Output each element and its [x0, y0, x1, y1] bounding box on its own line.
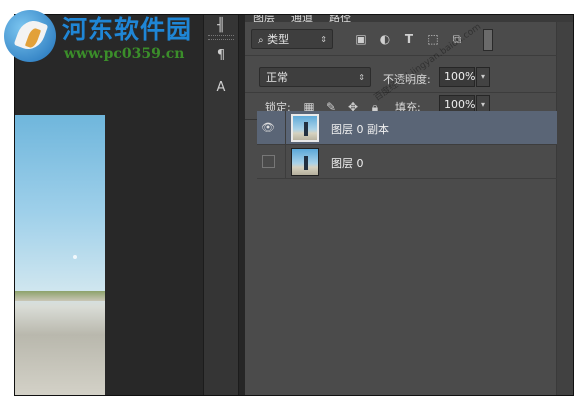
- blend-mode-value: 正常: [266, 71, 288, 84]
- document-image: [15, 115, 105, 395]
- site-watermark: 河东软件园 www.pc0359.cn: [4, 6, 209, 68]
- layer-thumbnail: [291, 114, 319, 142]
- layer-thumbnail: [291, 148, 319, 176]
- blend-mode-select[interactable]: 正常 ⇕: [259, 67, 371, 87]
- panel-dock-strip: ╢ ¶ A: [203, 15, 239, 395]
- filter-kind-label: 类型: [267, 33, 290, 46]
- layer-name[interactable]: 图层 0 副本: [331, 121, 389, 137]
- opacity-input[interactable]: 100%: [439, 67, 475, 87]
- brand-name: 河东软件园: [62, 15, 193, 44]
- adjustment-filter-icon[interactable]: ◐: [377, 31, 393, 47]
- tab-channels[interactable]: 通道: [291, 15, 313, 22]
- visibility-toggle-empty-icon[interactable]: [262, 155, 275, 168]
- panel-scrollbar[interactable]: [556, 15, 573, 395]
- tab-paths[interactable]: 路径: [329, 15, 351, 22]
- filter-toggle-icon[interactable]: [483, 29, 493, 51]
- tab-layers[interactable]: 图层: [253, 15, 275, 22]
- app-window: ╢ ¶ A 图层 通道 路径 ⌕ 类型 ⇕ ▣ ◐ T ⬚ ⧉ 正常 ⇕ 不透明…: [14, 14, 574, 396]
- panel-tabs: 图层 通道 路径: [245, 15, 573, 22]
- layer-row[interactable]: 图层 0: [257, 145, 557, 179]
- text-filter-icon[interactable]: T: [401, 31, 417, 47]
- brand-logo-icon: [4, 10, 56, 62]
- canvas-area[interactable]: [15, 15, 203, 395]
- updown-icon: ⇕: [320, 35, 327, 44]
- collapse-icon[interactable]: ╢: [210, 15, 232, 37]
- opacity-dropdown-icon[interactable]: ▾: [476, 67, 490, 87]
- drag-grip[interactable]: [208, 35, 234, 40]
- layers-panel: 图层 通道 路径 ⌕ 类型 ⇕ ▣ ◐ T ⬚ ⧉ 正常 ⇕ 不透明度: 100…: [245, 15, 573, 395]
- image-filter-icon[interactable]: ▣: [353, 31, 369, 47]
- eye-icon[interactable]: 👁︎: [261, 121, 275, 135]
- character-icon[interactable]: A: [210, 77, 232, 99]
- paragraph-icon[interactable]: ¶: [210, 45, 232, 67]
- filter-kind-select[interactable]: ⌕ 类型 ⇕: [251, 29, 333, 49]
- brand-url: www.pc0359.cn: [64, 46, 185, 62]
- search-icon: ⌕: [258, 35, 264, 46]
- updown-icon: ⇕: [358, 73, 365, 82]
- layer-row[interactable]: 👁︎ 图层 0 副本: [257, 111, 557, 145]
- layer-name[interactable]: 图层 0: [331, 155, 364, 171]
